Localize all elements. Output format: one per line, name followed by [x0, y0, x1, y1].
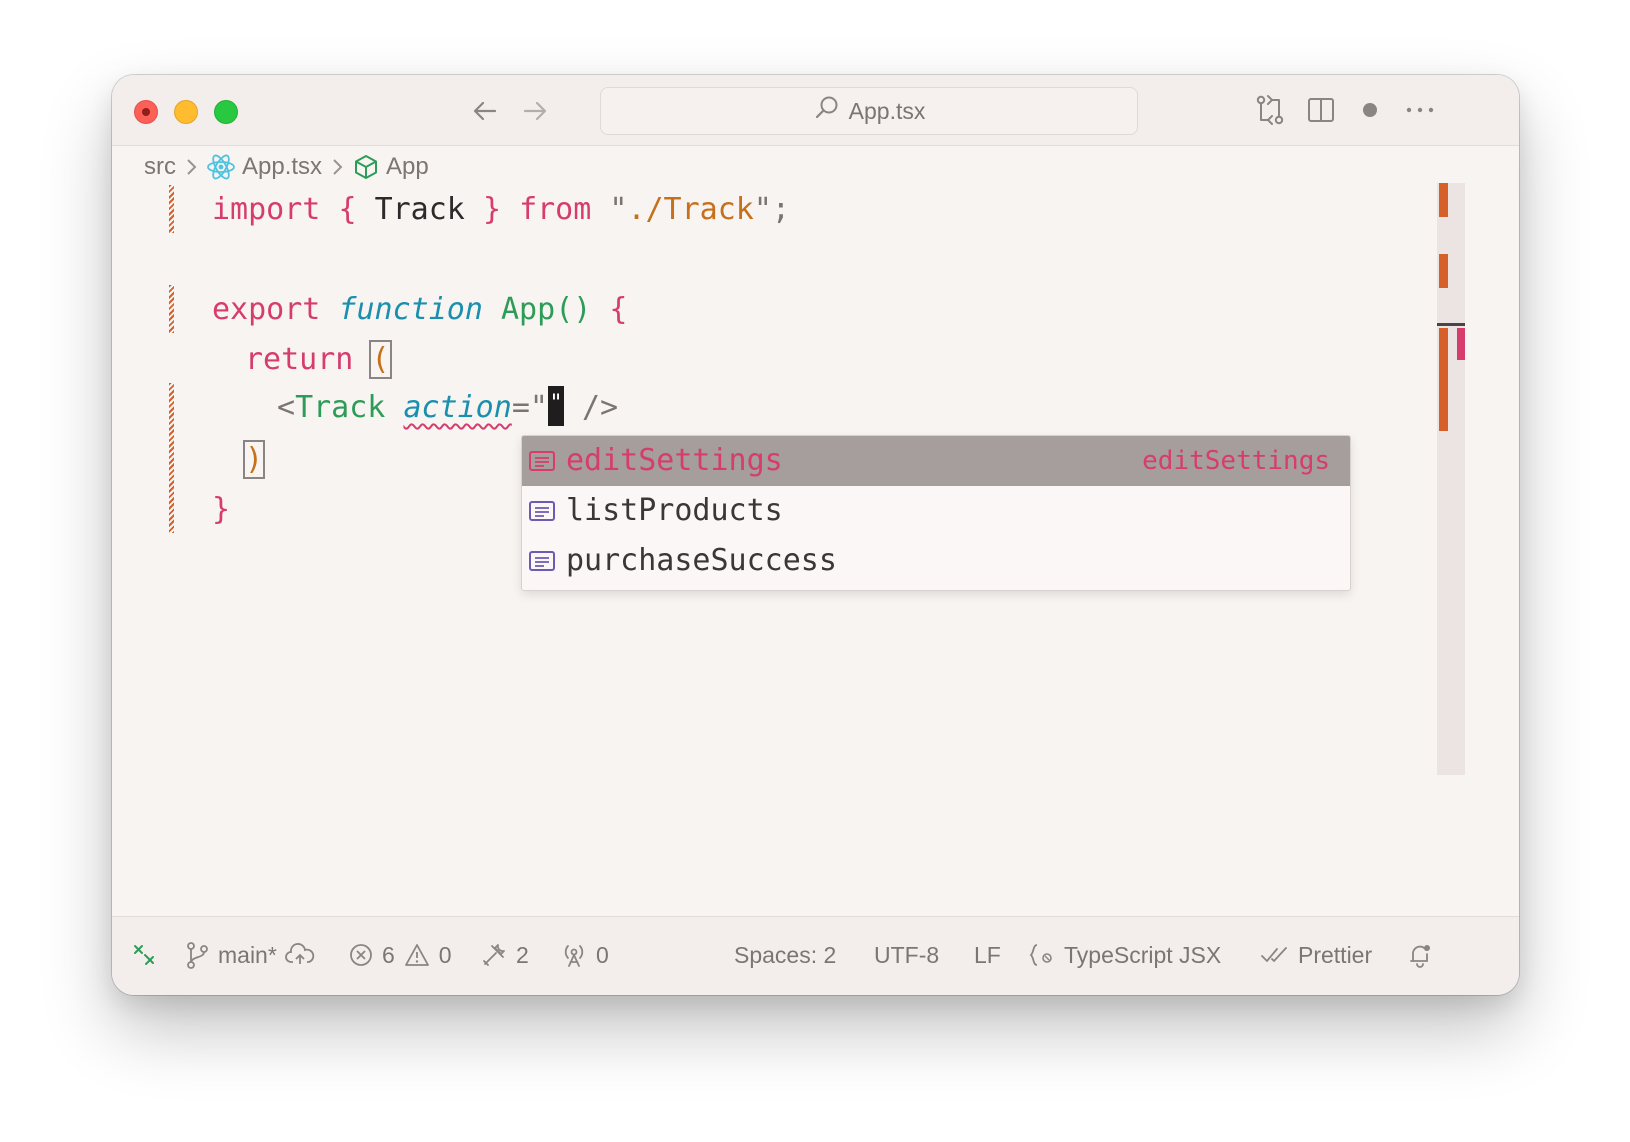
language-label: TypeScript JSX [1064, 941, 1222, 968]
chevron-right-icon [333, 159, 343, 175]
formatter-status[interactable]: Prettier [1260, 937, 1372, 973]
braces-icon [1029, 944, 1052, 966]
remote-indicator-icon[interactable] [130, 937, 158, 973]
code-line-7: } [212, 492, 231, 527]
modified-line-marker [169, 285, 174, 333]
breadcrumb-folder[interactable]: src [144, 153, 176, 181]
cloud-upload-icon [284, 943, 315, 964]
code-line-3: export function App() { [212, 292, 628, 327]
warning-count: 0 [438, 941, 452, 968]
zoom-window-button[interactable] [214, 100, 238, 124]
git-branch-icon [187, 942, 208, 969]
ports-count: 0 [596, 941, 609, 968]
suggestion-item[interactable]: purchaseSuccess [522, 536, 1350, 586]
split-editor-icon[interactable] [1303, 92, 1339, 128]
source-control-compare-icon[interactable] [1252, 92, 1288, 128]
encoding-status[interactable]: UTF-8 [874, 937, 939, 973]
warning-icon [404, 944, 429, 966]
enum-member-icon [529, 451, 555, 471]
branch-name: main* [218, 941, 277, 968]
change-marker [1439, 328, 1448, 431]
back-arrow-icon[interactable] [468, 94, 502, 128]
code-line-6: ) [242, 440, 266, 479]
suggestion-item[interactable]: listProducts [522, 486, 1350, 536]
unsaved-dot-icon[interactable] [1352, 92, 1388, 128]
suggestion-detail: editSettings [1142, 446, 1330, 476]
modified-line-marker [169, 185, 174, 233]
suggestion-item[interactable]: editSettings editSettings [522, 436, 1350, 486]
search-icon [813, 94, 841, 128]
suggestion-label: editSettings [566, 443, 783, 478]
enum-member-icon [529, 551, 555, 571]
cube-symbol-icon [352, 153, 380, 181]
modified-line-marker [169, 383, 174, 533]
overview-ruler-scrollbar[interactable] [1437, 183, 1465, 775]
chevron-right-icon [187, 159, 197, 175]
error-icon [350, 944, 372, 966]
language-status[interactable]: TypeScript JSX [1028, 937, 1221, 973]
close-window-button[interactable] [134, 100, 158, 124]
notifications-bell-icon[interactable] [1406, 937, 1434, 973]
react-icon [206, 152, 236, 182]
minimize-window-button[interactable] [174, 100, 198, 124]
indentation-status[interactable]: Spaces: 2 [734, 937, 836, 973]
breadcrumb: src App.tsx App [144, 150, 429, 184]
cursor-position-marker [1437, 323, 1465, 326]
branch-status[interactable]: main* [184, 937, 315, 973]
suggestion-label: purchaseSuccess [566, 543, 837, 578]
enum-member-icon [529, 501, 555, 521]
code-line-5: <Track action="" /> [277, 383, 618, 433]
attribute-action: action [403, 390, 512, 425]
more-actions-icon[interactable] [1402, 92, 1438, 128]
suggestion-label: listProducts [566, 493, 783, 528]
text-cursor: " [547, 385, 564, 426]
formatter-label: Prettier [1298, 941, 1373, 968]
error-count: 6 [382, 941, 395, 968]
command-center-search[interactable]: App.tsx [600, 87, 1138, 135]
ports-status[interactable]: 0 [560, 937, 609, 973]
title-bar: App.tsx [112, 75, 1519, 146]
tools-count: 2 [516, 941, 529, 968]
search-label: App.tsx [848, 97, 926, 124]
code-line-1: import { Track } from "./Track"; [212, 192, 790, 227]
broadcast-icon [564, 945, 584, 967]
editor-window: App.tsx src App.tsx App import {Track}… [112, 75, 1519, 995]
breadcrumb-file[interactable]: App.tsx [242, 153, 322, 181]
problems-status[interactable]: 6 0 [348, 937, 452, 973]
double-check-icon [1261, 947, 1287, 962]
status-bar: main* 6 0 2 0 Spaces: 2 UTF-8 LF TypeScr… [112, 916, 1519, 995]
code-line-4: return ( [245, 340, 392, 379]
suggestion-widget: editSettings editSettings listProducts p… [521, 435, 1351, 591]
tools-icon [483, 944, 505, 966]
breadcrumb-symbol[interactable]: App [386, 153, 429, 181]
forward-arrow-icon[interactable] [518, 94, 552, 128]
eol-status[interactable]: LF [974, 937, 1001, 973]
change-marker [1439, 254, 1448, 288]
error-marker [1457, 328, 1465, 360]
tools-status[interactable]: 2 [480, 937, 529, 973]
change-marker [1439, 183, 1448, 217]
